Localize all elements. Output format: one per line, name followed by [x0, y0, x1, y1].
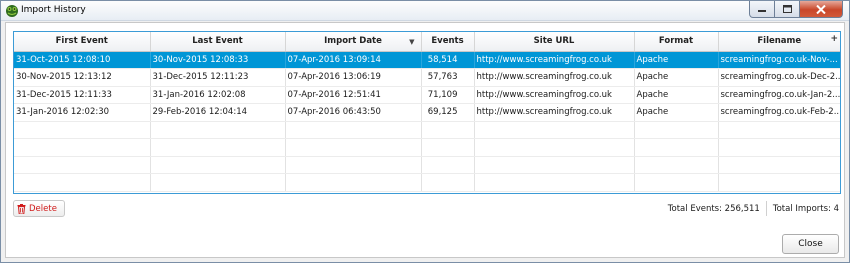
import-history-table: First Event Last Event Import Date ▼ Even…	[13, 31, 841, 194]
empty-row	[14, 156, 840, 174]
empty-row	[14, 173, 840, 192]
cell-last-event: 29-Feb-2016 12:04:14	[150, 103, 286, 122]
cell-events: 58,514	[421, 51, 475, 69]
divider	[765, 201, 767, 216]
cell-first-event: 31-Dec-2015 12:11:33	[14, 86, 151, 104]
cell-import-date: 07-Apr-2016 13:09:14	[285, 51, 422, 69]
column-header-events[interactable]: Events	[421, 32, 475, 52]
minimize-icon	[758, 10, 766, 12]
total-events: Total Events: 256,511	[667, 203, 760, 214]
totals-bar: Total Events: 256,511 Total Imports: 4	[668, 200, 839, 217]
cell-events: 71,109	[421, 86, 475, 104]
column-header-format[interactable]: Format	[634, 32, 719, 52]
import-table: First Event Last Event Import Date ▼ Even…	[14, 32, 840, 192]
close-icon	[816, 4, 826, 14]
cell-last-event: 30-Nov-2015 12:08:33	[150, 51, 286, 69]
cell-import-date: 07-Apr-2016 12:51:41	[285, 86, 422, 104]
table-row[interactable]: 31-Oct-2015 12:08:10 30-Nov-2015 12:08:3…	[14, 51, 840, 69]
sort-descending-icon: ▼	[409, 38, 415, 46]
frog-icon	[6, 5, 18, 17]
table-header-row: First Event Last Event Import Date ▼ Even…	[14, 32, 840, 52]
close-window-button[interactable]	[800, 1, 843, 18]
cell-import-date: 07-Apr-2016 06:43:50	[285, 103, 422, 122]
cell-format: Apache	[634, 86, 719, 104]
cell-events: 69,125	[421, 103, 475, 122]
minimize-button[interactable]	[749, 1, 775, 18]
delete-button-label: Delete	[29, 203, 57, 214]
import-history-window: Import History First Event Last Event Im…	[0, 0, 850, 263]
cell-events: 57,763	[421, 68, 475, 87]
empty-row	[14, 121, 840, 139]
cell-site-url: http://www.screamingfrog.co.uk	[474, 86, 635, 104]
cell-site-url: http://www.screamingfrog.co.uk	[474, 68, 635, 87]
table-row[interactable]: 31-Dec-2015 12:11:33 31-Jan-2016 12:02:0…	[14, 86, 840, 104]
empty-row	[14, 138, 840, 157]
column-header-first-event[interactable]: First Event	[14, 32, 151, 52]
close-button[interactable]: Close	[782, 234, 839, 254]
column-header-import-date[interactable]: Import Date ▼	[285, 32, 422, 52]
cell-import-date: 07-Apr-2016 13:06:19	[285, 68, 422, 87]
column-header-site-url[interactable]: Site URL	[474, 32, 635, 52]
column-header-last-event[interactable]: Last Event	[150, 32, 286, 52]
cell-filename: screamingfrog.co.uk-Dec-2...	[718, 68, 840, 87]
table-row[interactable]: 30-Nov-2015 12:13:12 31-Dec-2015 12:11:2…	[14, 68, 840, 87]
cell-site-url: http://www.screamingfrog.co.uk	[474, 103, 635, 122]
total-imports: Total Imports: 4	[772, 203, 839, 214]
maximize-button[interactable]	[775, 1, 800, 18]
cell-filename: screamingfrog.co.uk-Feb-2...	[718, 103, 840, 122]
table-row[interactable]: 31-Jan-2016 12:02:30 29-Feb-2016 12:04:1…	[14, 103, 840, 122]
cell-first-event: 31-Oct-2015 12:08:10	[14, 51, 151, 69]
window-title: Import History	[21, 5, 86, 15]
delete-button[interactable]: Delete	[13, 200, 65, 217]
column-header-filename[interactable]: Filename +	[718, 32, 840, 52]
cell-first-event: 30-Nov-2015 12:13:12	[14, 68, 151, 87]
window-controls	[749, 1, 843, 18]
cell-format: Apache	[634, 68, 719, 87]
trash-icon	[17, 203, 26, 214]
title-bar[interactable]: Import History	[1, 1, 849, 21]
cell-last-event: 31-Dec-2015 12:11:23	[150, 68, 286, 87]
add-column-icon[interactable]: +	[830, 34, 838, 44]
cell-first-event: 31-Jan-2016 12:02:30	[14, 103, 151, 122]
cell-filename: screamingfrog.co.uk-Nov-...	[718, 51, 840, 69]
dialog-body: First Event Last Event Import Date ▼ Even…	[5, 22, 845, 258]
cell-filename: screamingfrog.co.uk-Jan-2...	[718, 86, 840, 104]
maximize-icon	[782, 5, 792, 13]
cell-format: Apache	[634, 51, 719, 69]
cell-format: Apache	[634, 103, 719, 122]
cell-last-event: 31-Jan-2016 12:02:08	[150, 86, 286, 104]
cell-site-url: http://www.screamingfrog.co.uk	[474, 51, 635, 69]
